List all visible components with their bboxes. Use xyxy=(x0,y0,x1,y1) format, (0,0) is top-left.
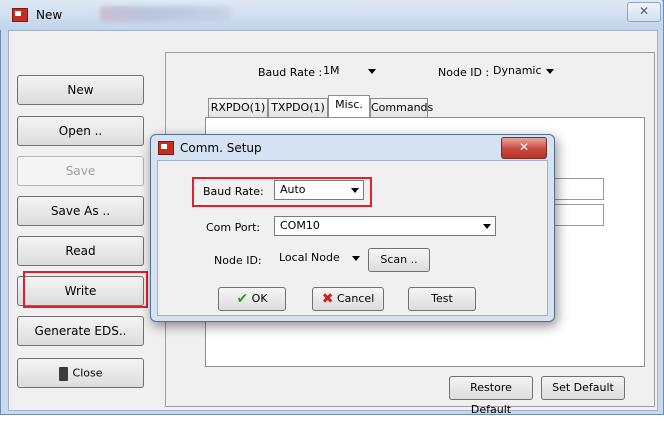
dialog-baud-rate-select[interactable]: Auto xyxy=(274,180,364,200)
new-button[interactable]: New xyxy=(17,75,144,105)
dialog-baud-rate-value: Auto xyxy=(280,183,306,196)
save-button[interactable]: Save xyxy=(17,156,144,186)
dialog-baud-rate-label: Baud Rate: xyxy=(203,185,264,198)
cancel-x-icon: ✖ xyxy=(321,291,334,307)
check-icon: ✔ xyxy=(236,291,249,307)
node-id-value: Dynamic xyxy=(493,64,542,77)
open-button[interactable]: Open .. xyxy=(17,116,144,146)
app-icon xyxy=(12,8,28,22)
chevron-down-icon xyxy=(351,188,359,193)
com-port-label: Com Port: xyxy=(206,221,261,234)
dialog-title: Comm. Setup xyxy=(180,141,262,155)
dialog-app-icon xyxy=(158,141,174,155)
tab-rxpdo[interactable]: RXPDO(1) xyxy=(208,98,268,117)
set-default-button[interactable]: Set Default xyxy=(541,376,625,400)
window-close-button[interactable]: ✕ xyxy=(627,2,661,22)
baud-rate-label: Baud Rate : xyxy=(258,66,323,79)
ok-button[interactable]: ✔ OK xyxy=(218,287,286,311)
read-button[interactable]: Read xyxy=(17,236,144,266)
generate-eds-button[interactable]: Generate EDS.. xyxy=(17,316,144,346)
chevron-down-icon xyxy=(546,69,554,74)
dialog-node-id-select[interactable]: Local Node xyxy=(274,249,364,269)
scan-button[interactable]: Scan .. xyxy=(368,248,430,272)
com-port-select[interactable]: COM10 xyxy=(274,216,496,236)
door-icon xyxy=(58,366,68,381)
restore-default-button[interactable]: Restore Default xyxy=(449,376,533,416)
baud-rate-value: 1M xyxy=(323,64,340,77)
tab-txpdo[interactable]: TXPDO(1) xyxy=(268,98,328,117)
node-id-select[interactable]: Dynamic xyxy=(488,62,558,82)
com-port-value: COM10 xyxy=(280,219,320,232)
test-button[interactable]: Test xyxy=(408,287,476,311)
chevron-down-icon xyxy=(368,69,376,74)
chevron-down-icon xyxy=(483,224,491,229)
tab-commands[interactable]: Commands xyxy=(370,98,433,117)
cancel-button-label: Cancel xyxy=(336,292,375,305)
dialog-node-id-label: Node ID: xyxy=(214,254,262,267)
blurred-title-region xyxy=(100,6,230,22)
write-highlight-box xyxy=(23,271,148,308)
window-title: New xyxy=(36,8,63,22)
node-id-label: Node ID : xyxy=(438,66,490,79)
close-button-label: Close xyxy=(72,366,103,380)
save-as-button[interactable]: Save As .. xyxy=(17,196,144,226)
baud-rate-select[interactable]: 1M xyxy=(318,62,380,82)
close-button[interactable]: Close xyxy=(17,358,144,388)
dialog-node-id-value: Local Node xyxy=(279,251,340,264)
ok-button-label: OK xyxy=(251,292,268,305)
cancel-button[interactable]: ✖ Cancel xyxy=(312,287,384,311)
chevron-down-icon xyxy=(352,256,360,261)
tab-misc[interactable]: Misc. xyxy=(328,95,370,118)
dialog-close-button[interactable]: ✕ xyxy=(501,137,547,159)
